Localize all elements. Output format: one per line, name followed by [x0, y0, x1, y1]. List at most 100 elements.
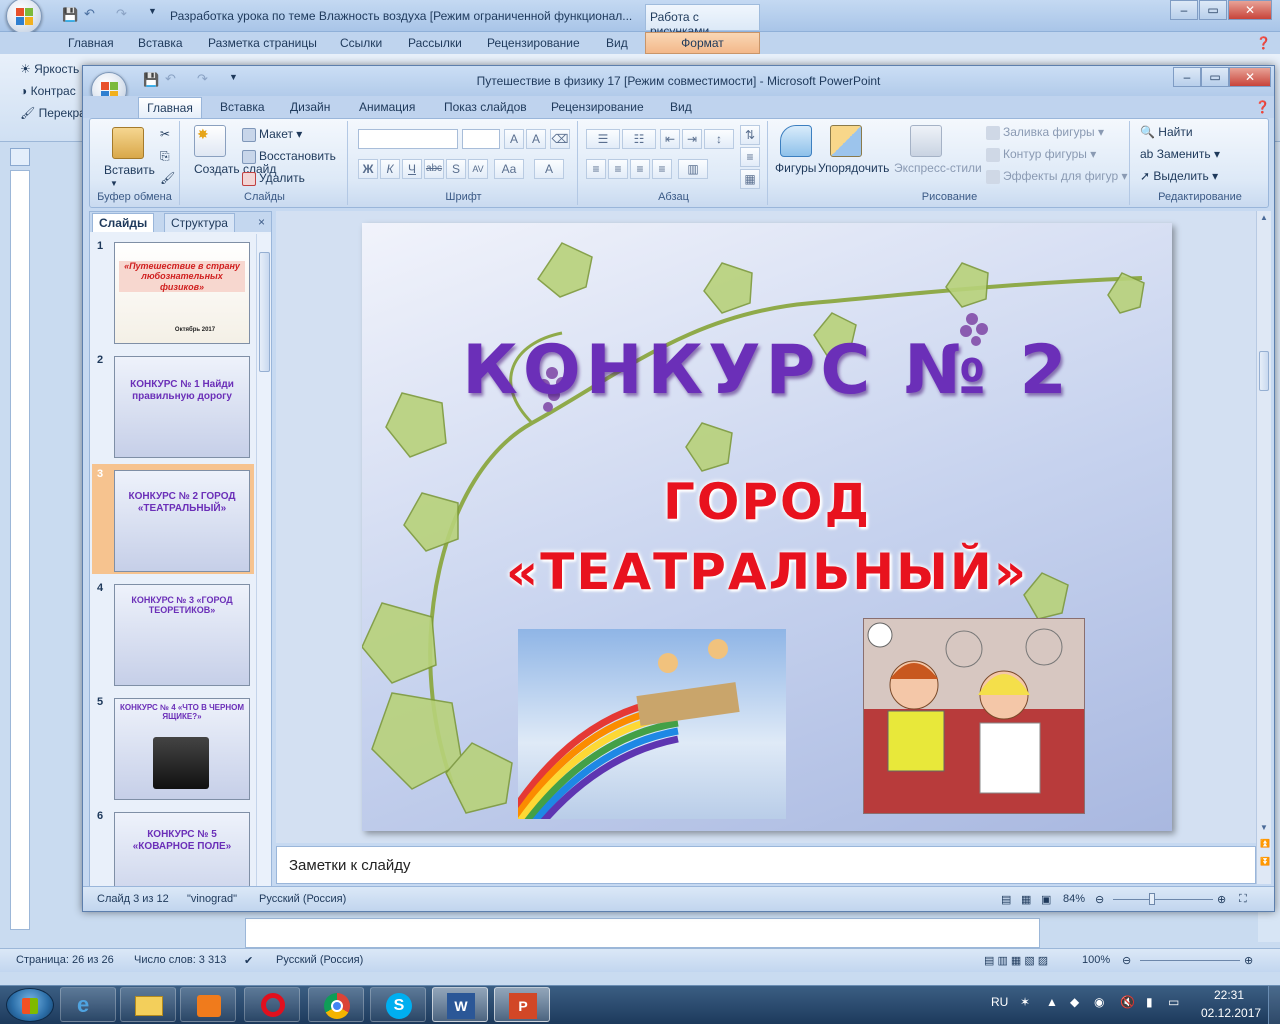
word-tab-home[interactable]: Главная: [68, 36, 114, 50]
word-tab-format[interactable]: Формат: [645, 32, 760, 54]
network-icon[interactable]: ▮: [1146, 995, 1153, 1009]
reset-button[interactable]: Восстановить: [242, 149, 336, 164]
fit-window-icon[interactable]: ⛶: [1239, 893, 1247, 906]
word-tab-mailings[interactable]: Рассылки: [408, 36, 462, 50]
word-minimize-button[interactable]: –: [1170, 0, 1198, 20]
italic-icon[interactable]: К: [380, 159, 400, 179]
editor-scroll-thumb[interactable]: [1259, 351, 1269, 391]
slideshow-view-icon[interactable]: ▣: [1041, 893, 1051, 906]
taskbar-media[interactable]: [180, 987, 236, 1022]
copy-icon[interactable]: ⎘: [160, 149, 170, 164]
slide-thumb-6[interactable]: 6 КОНКУРС № 5 «КОВАРНОЕ ПОЛЕ»: [92, 806, 254, 886]
align-text-icon[interactable]: ≡: [740, 147, 760, 167]
paste-dropdown-icon[interactable]: ▼: [110, 179, 118, 188]
pane-close-icon[interactable]: ×: [258, 215, 265, 229]
slide-thumb-3[interactable]: 3 КОНКУРС № 2 ГОРОД «ТЕАТРАЛЬНЫЙ»: [92, 464, 254, 574]
line-spacing-icon[interactable]: ↕: [704, 129, 734, 149]
paste-button[interactable]: Вставить: [104, 163, 155, 177]
slide-indicator[interactable]: Слайд 3 из 12: [97, 893, 169, 905]
word-tab-references[interactable]: Ссылки: [340, 36, 382, 50]
taskbar-word[interactable]: W: [432, 987, 488, 1022]
slide-subtitle-line2[interactable]: «ТЕАТРАЛЬНЫЙ»: [362, 543, 1172, 601]
redo-icon[interactable]: ↷: [116, 6, 127, 22]
language-indicator[interactable]: RU: [991, 995, 1008, 1009]
ppt-maximize-button[interactable]: ▭: [1201, 67, 1229, 87]
ppt-tab-review[interactable]: Рецензирование: [551, 100, 644, 114]
show-desktop-button[interactable]: [1268, 986, 1280, 1024]
sorter-view-icon[interactable]: ▦: [1021, 893, 1031, 906]
spacing-icon[interactable]: AV: [468, 159, 488, 179]
shadow-icon[interactable]: S: [446, 159, 466, 179]
word-close-button[interactable]: ✕: [1228, 0, 1272, 20]
replace-button[interactable]: ab Заменить ▾: [1140, 147, 1220, 161]
volume-muted-icon[interactable]: 🔇: [1120, 995, 1135, 1009]
tray-avast-icon[interactable]: ✶: [1020, 995, 1030, 1009]
word-zoom-level[interactable]: 100%: [1082, 954, 1110, 966]
slide-subtitle-line1[interactable]: ГОРОД: [362, 473, 1172, 531]
word-zoom-in-icon[interactable]: ⊕: [1244, 954, 1253, 967]
shrink-font-icon[interactable]: A: [526, 129, 546, 149]
word-office-button[interactable]: [6, 0, 42, 34]
word-language[interactable]: Русский (Россия): [276, 954, 363, 966]
taskbar-explorer[interactable]: [120, 987, 176, 1022]
taskbar-powerpoint[interactable]: P: [494, 987, 550, 1022]
start-button[interactable]: [6, 988, 54, 1022]
editor-scrollbar[interactable]: ▲ ▼ ⏫ ⏬: [1256, 211, 1271, 884]
bold-icon[interactable]: Ж: [358, 159, 378, 179]
ppt-zoom-out-icon[interactable]: ⊖: [1095, 893, 1104, 906]
change-case-icon[interactable]: Aa: [494, 159, 524, 179]
next-slide-icon[interactable]: ⏬: [1260, 857, 1270, 866]
tray-show-hidden-icon[interactable]: ▲: [1046, 995, 1058, 1009]
ppt-tab-design[interactable]: Дизайн: [290, 100, 330, 114]
arrange-button[interactable]: Упорядочить: [818, 161, 889, 175]
word-tab-layout[interactable]: Разметка страницы: [208, 36, 317, 50]
shape-effects-button[interactable]: Эффекты для фигур ▾: [986, 169, 1128, 184]
justify-icon[interactable]: ≡: [652, 159, 672, 179]
notes-pane[interactable]: Заметки к слайду: [276, 846, 1256, 884]
ppt-tab-view[interactable]: Вид: [670, 100, 692, 114]
clock-date[interactable]: 02.12.2017: [1201, 1006, 1261, 1020]
format-painter-icon[interactable]: 🖌: [160, 171, 175, 185]
select-button[interactable]: ➚ Выделить ▾: [1140, 169, 1218, 183]
delete-slide-button[interactable]: Удалить: [242, 171, 305, 186]
shape-outline-button[interactable]: Контур фигуры ▾: [986, 147, 1096, 162]
taskbar-ie[interactable]: e: [60, 987, 116, 1022]
battery-icon[interactable]: ▭: [1168, 995, 1179, 1009]
tab-outline[interactable]: Структура: [164, 213, 235, 232]
clock-time[interactable]: 22:31: [1214, 988, 1244, 1002]
word-view-buttons[interactable]: ▤ ▥ ▦ ▧ ▨: [984, 954, 1048, 967]
theatre-audience-picture[interactable]: [863, 618, 1085, 814]
word-zoom-slider[interactable]: [1140, 960, 1240, 961]
spellcheck-icon[interactable]: ✔: [244, 954, 253, 967]
slide-title[interactable]: КОНКУРС № 2: [362, 331, 1172, 410]
ruler-toggle-button[interactable]: [10, 148, 30, 166]
cut-icon[interactable]: ✂: [160, 127, 170, 141]
columns-icon[interactable]: ▥: [678, 159, 708, 179]
slide-thumb-1[interactable]: 1 «Путешествие в страну любознательных ф…: [92, 236, 254, 346]
word-contrast[interactable]: ◑ Контрас: [20, 84, 76, 98]
bullets-icon[interactable]: ☰: [586, 129, 620, 149]
find-button[interactable]: 🔍 Найти: [1140, 125, 1193, 139]
ppt-help-icon[interactable]: ❓: [1255, 100, 1270, 114]
word-recolor[interactable]: 🖌 Перекра: [20, 106, 86, 120]
word-tab-review[interactable]: Рецензирование: [487, 36, 580, 50]
text-direction-icon[interactable]: ⇅: [740, 125, 760, 145]
clear-format-icon[interactable]: ⌫: [550, 129, 570, 149]
strikethrough-icon[interactable]: abc: [424, 159, 444, 179]
scroll-up-icon[interactable]: ▲: [1260, 213, 1268, 222]
qat-dropdown-icon[interactable]: ▼: [148, 6, 157, 16]
ppt-language[interactable]: Русский (Россия): [259, 893, 346, 905]
tray-update-icon[interactable]: ◉: [1094, 995, 1104, 1009]
word-brightness[interactable]: ☀ Яркость: [20, 62, 79, 76]
current-slide[interactable]: КОНКУРС № 2 ГОРОД «ТЕАТРАЛЬНЫЙ»: [362, 223, 1172, 831]
font-size-combo[interactable]: [462, 129, 500, 149]
smartart-icon[interactable]: ▦: [740, 169, 760, 189]
save-icon[interactable]: 💾: [62, 7, 78, 23]
shape-fill-button[interactable]: Заливка фигуры ▾: [986, 125, 1104, 140]
increase-indent-icon[interactable]: ⇥: [682, 129, 702, 149]
ppt-zoom-slider-thumb[interactable]: [1149, 893, 1155, 905]
align-right-icon[interactable]: ≡: [630, 159, 650, 179]
taskbar-skype[interactable]: S: [370, 987, 426, 1022]
theme-name[interactable]: "vinograd": [187, 893, 237, 905]
shapes-button[interactable]: Фигуры: [775, 161, 816, 175]
